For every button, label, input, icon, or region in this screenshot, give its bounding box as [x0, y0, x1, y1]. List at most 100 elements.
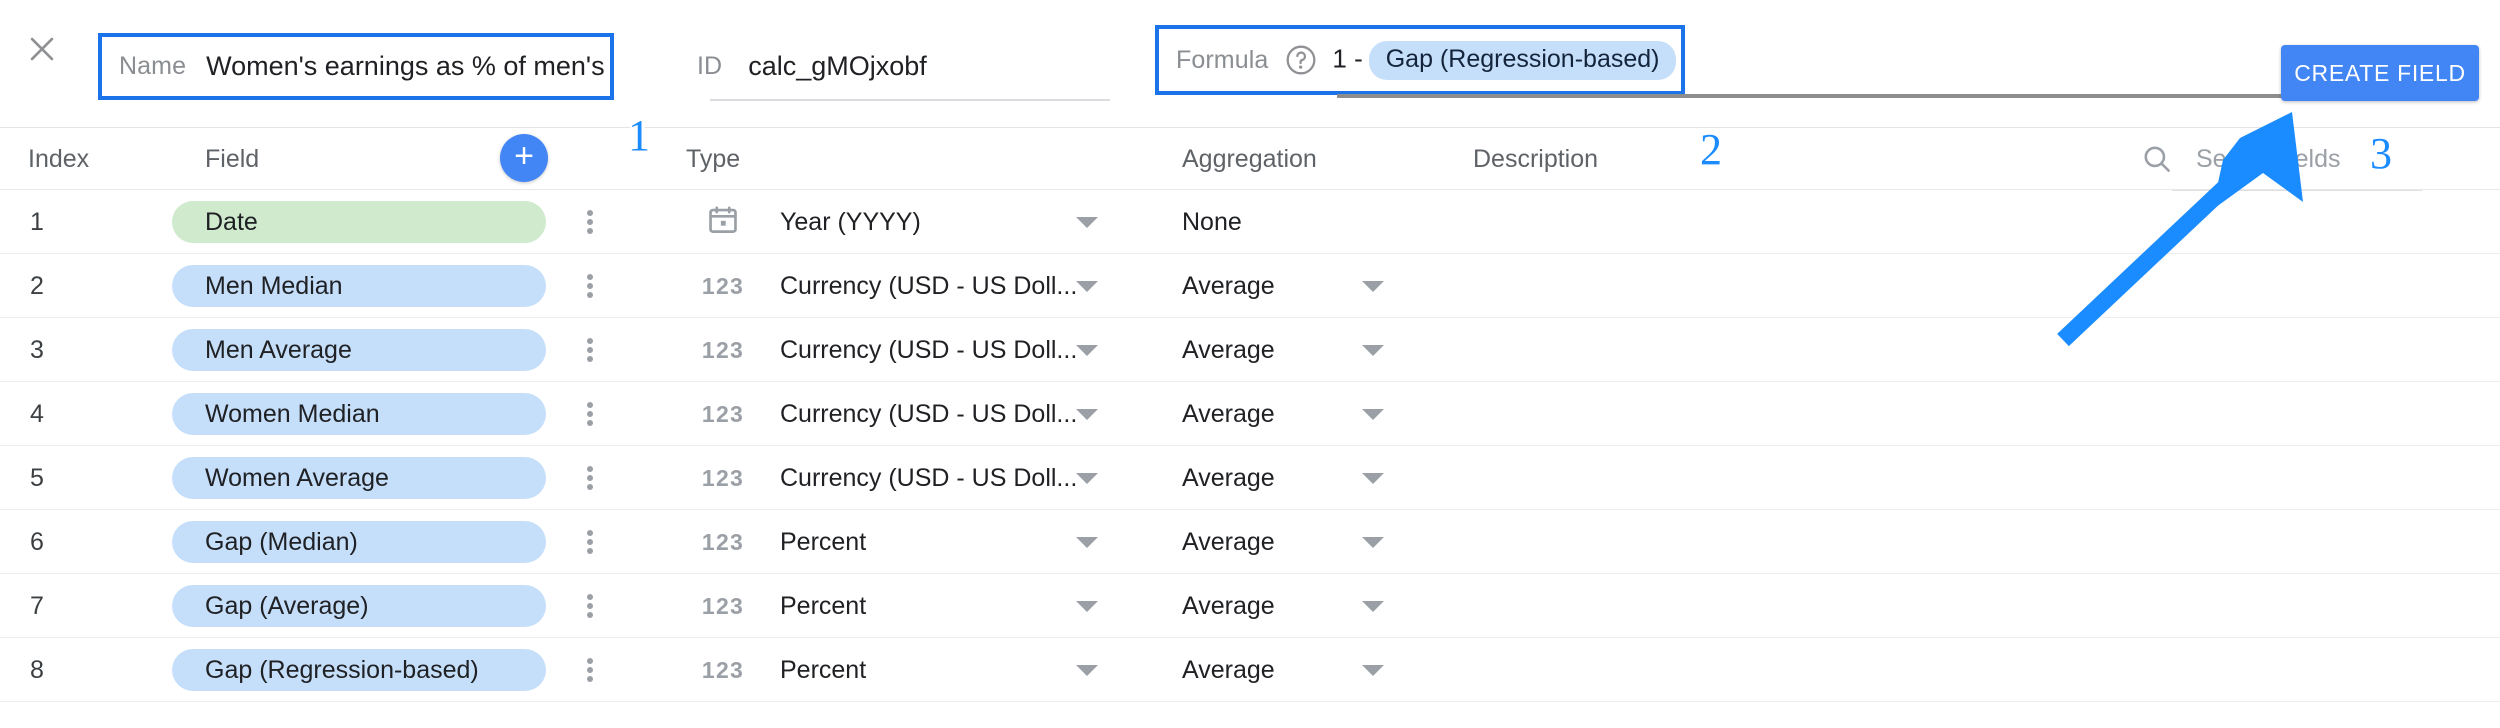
search-input[interactable]: Search fields [2196, 145, 2341, 174]
field-chip[interactable]: Men Average [172, 329, 546, 371]
type-dropdown-caret-icon[interactable] [1072, 638, 1102, 702]
formula-prefix: 1 - [1332, 42, 1363, 73]
row-more-options-icon[interactable] [570, 510, 610, 574]
field-chip-cell: Date [172, 190, 546, 254]
type-icon-cell: 123 [700, 574, 746, 638]
field-type-value[interactable]: Year (YYYY) [780, 190, 921, 254]
formula-underline [1337, 94, 2377, 98]
type-dropdown-caret-icon[interactable] [1072, 382, 1102, 446]
field-chip-cell: Gap (Average) [172, 574, 546, 638]
field-type-value[interactable]: Percent [780, 510, 866, 574]
number-123-icon: 123 [701, 464, 745, 491]
aggregation-value[interactable]: Average [1182, 318, 1275, 382]
aggregation-value[interactable]: Average [1182, 510, 1275, 574]
field-chip-cell: Women Median [172, 382, 546, 446]
type-icon-cell: 123 [700, 638, 746, 702]
type-icon-cell: 123 [700, 510, 746, 574]
type-icon-cell: 123 [700, 254, 746, 318]
formula-label: Formula [1176, 45, 1269, 74]
row-more-options-icon[interactable] [570, 638, 610, 702]
row-more-options-icon[interactable] [570, 574, 610, 638]
create-field-button[interactable]: CREATE FIELD [2281, 45, 2479, 101]
type-icon-cell [700, 190, 746, 254]
number-123-icon: 123 [701, 592, 745, 619]
aggregation-dropdown-caret-icon[interactable] [1358, 318, 1388, 382]
add-field-button[interactable]: + [500, 134, 548, 182]
id-field-container: ID calc_gMOjxobf [680, 33, 1110, 100]
field-chip[interactable]: Women Median [172, 393, 546, 435]
field-chip[interactable]: Gap (Average) [172, 585, 546, 627]
type-dropdown-caret-icon[interactable] [1072, 190, 1102, 254]
close-icon[interactable] [18, 25, 66, 73]
field-type-value[interactable]: Percent [780, 574, 866, 638]
table-row: 2 Men Median 123 Currency (USD - US Doll...… [0, 254, 2500, 318]
row-index: 3 [30, 335, 44, 364]
aggregation-dropdown-caret-icon[interactable] [1358, 510, 1388, 574]
table-row: 5 Women Average 123 Currency (USD - US Doll… [0, 446, 2500, 510]
row-index: 5 [30, 463, 44, 492]
number-123-icon: 123 [701, 656, 745, 683]
field-chip[interactable]: Gap (Regression-based) [172, 649, 546, 691]
field-type-value[interactable]: Currency (USD - US Doll... [780, 382, 1077, 446]
column-header-field: Field [205, 144, 260, 173]
aggregation-dropdown-caret-icon[interactable] [1358, 254, 1388, 318]
aggregation-value[interactable]: None [1182, 190, 1242, 254]
aggregation-value[interactable]: Average [1182, 638, 1275, 702]
field-type-value[interactable]: Currency (USD - US Doll... [780, 254, 1077, 318]
type-icon-cell: 123 [700, 446, 746, 510]
table-row: 4 Women Median 123 Currency (USD - US Doll.… [0, 382, 2500, 446]
type-dropdown-caret-icon[interactable] [1072, 574, 1102, 638]
column-header-description: Description [1473, 144, 1599, 173]
aggregation-dropdown-caret-icon[interactable] [1358, 574, 1388, 638]
name-field-container[interactable]: Name Women's earnings as % of men's [98, 33, 614, 100]
field-chip-cell: Men Median [172, 254, 546, 318]
help-glyph [1286, 45, 1316, 75]
row-more-options-icon[interactable] [570, 446, 610, 510]
number-123-icon: 123 [701, 272, 745, 299]
formula-expression[interactable]: 1 - Gap (Regression-based) [1332, 40, 1677, 80]
table-row: 8 Gap (Regression-based) 123 Percent Average [0, 638, 2500, 702]
type-dropdown-caret-icon[interactable] [1072, 318, 1102, 382]
id-underline [710, 99, 1110, 101]
type-icon-cell: 123 [700, 318, 746, 382]
aggregation-value[interactable]: Average [1182, 382, 1275, 446]
aggregation-value[interactable]: Average [1182, 446, 1275, 510]
type-dropdown-caret-icon[interactable] [1072, 446, 1102, 510]
field-chip[interactable]: Gap (Median) [172, 521, 546, 563]
row-more-options-icon[interactable] [570, 254, 610, 318]
help-circle-icon[interactable] [1284, 43, 1318, 77]
number-123-icon: 123 [701, 528, 745, 555]
formula-field-container[interactable]: Formula 1 - Gap (Regression-based) [1155, 25, 1685, 95]
aggregation-value[interactable]: Average [1182, 254, 1275, 318]
calendar-glyph [709, 205, 737, 233]
formula-field-chip[interactable]: Gap (Regression-based) [1368, 40, 1677, 80]
field-chip[interactable]: Men Median [172, 265, 546, 307]
row-more-options-icon[interactable] [570, 190, 610, 254]
field-chip[interactable]: Date [172, 201, 546, 243]
aggregation-dropdown-caret-icon[interactable] [1358, 382, 1388, 446]
field-type-value[interactable]: Currency (USD - US Doll... [780, 446, 1077, 510]
field-editor-screen: Name Women's earnings as % of men's ID c… [0, 0, 2500, 728]
table-row: 1 Date Year (YYYY) None [0, 190, 2500, 254]
row-index: 4 [30, 399, 44, 428]
fields-table-header: Index Field Type Aggregation Description [0, 128, 2500, 190]
field-type-value[interactable]: Currency (USD - US Doll... [780, 318, 1077, 382]
number-123-icon: 123 [701, 336, 745, 363]
field-type-value[interactable]: Percent [780, 638, 866, 702]
aggregation-dropdown-caret-icon[interactable] [1358, 446, 1388, 510]
close-glyph [30, 37, 54, 61]
field-chip[interactable]: Women Average [172, 457, 546, 499]
name-label: Name [119, 52, 187, 80]
aggregation-dropdown-caret-icon[interactable] [1358, 638, 1388, 702]
name-input[interactable]: Women's earnings as % of men's [206, 51, 605, 82]
row-index: 6 [30, 527, 44, 556]
field-chip-cell: Gap (Regression-based) [172, 638, 546, 702]
aggregation-value[interactable]: Average [1182, 574, 1275, 638]
row-index: 2 [30, 271, 44, 300]
row-more-options-icon[interactable] [570, 318, 610, 382]
search-fields-container[interactable]: Search fields [2140, 136, 2430, 182]
type-dropdown-caret-icon[interactable] [1072, 254, 1102, 318]
row-index: 1 [30, 207, 44, 236]
row-more-options-icon[interactable] [570, 382, 610, 446]
type-dropdown-caret-icon[interactable] [1072, 510, 1102, 574]
